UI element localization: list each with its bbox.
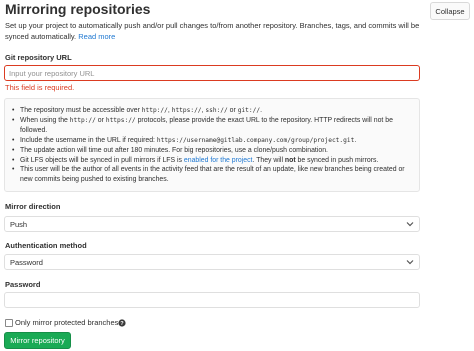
collapse-button[interactable]: Collapse <box>430 2 470 20</box>
question-circle-icon[interactable]: ? <box>118 319 126 327</box>
git-url-input[interactable]: Input your repository URL <box>4 65 420 81</box>
git-url-label: Git repository URL <box>5 53 72 62</box>
lfs-settings-link[interactable]: enabled for the project <box>184 157 253 164</box>
auth-method-select[interactable]: Password <box>4 254 420 270</box>
git-url-error: This field is required. <box>5 83 75 92</box>
info-code: https:// <box>105 116 136 124</box>
info-item: When using the http:// or https:// proto… <box>11 116 413 136</box>
info-code: http:// <box>69 116 96 124</box>
info-item: The repository must be accessible over h… <box>11 106 413 116</box>
auth-method-value: Password <box>10 257 43 267</box>
info-item: Include the username in the URL if requi… <box>11 136 413 146</box>
info-code: https://username@gitlab.company.com/grou… <box>156 136 355 144</box>
description-text: Set up your project to automatically pus… <box>5 21 420 41</box>
chevron-down-icon <box>406 222 414 227</box>
info-item: This user will be the author of all even… <box>11 165 413 185</box>
page-title: Mirroring repositories <box>5 1 151 17</box>
info-emphasis: not <box>284 156 296 164</box>
chevron-down-icon <box>406 260 414 265</box>
info-text: or <box>227 107 238 114</box>
info-text: Include the username in the URL if requi… <box>20 136 157 144</box>
info-text: When using the <box>20 116 70 124</box>
mirror-repository-button[interactable]: Mirror repository <box>4 332 71 349</box>
mirror-direction-value: Push <box>10 219 28 229</box>
svg-text:?: ? <box>120 321 124 327</box>
protected-branches-label[interactable]: Only mirror protected branches <box>15 318 118 327</box>
mirror-direction-label: Mirror direction <box>5 202 61 211</box>
mirror-direction-select[interactable]: Push <box>4 216 420 232</box>
read-more-link[interactable]: Read more <box>78 32 115 41</box>
info-text: . <box>354 136 357 144</box>
info-code: http:// <box>141 107 168 114</box>
info-text: . <box>260 107 262 114</box>
info-text: The update action will time out after 18… <box>20 146 328 154</box>
info-item: The update action will time out after 18… <box>11 146 413 156</box>
info-item: Git LFS objects will be synced in pull m… <box>11 156 413 166</box>
info-code: https:// <box>171 107 202 114</box>
password-label: Password <box>5 280 41 289</box>
protected-branches-checkbox[interactable] <box>5 319 13 327</box>
password-input[interactable] <box>4 292 420 308</box>
auth-method-label: Authentication method <box>5 241 87 250</box>
info-text: Git LFS objects will be synced in pull m… <box>20 156 184 164</box>
info-text: The repository must be accessible over <box>20 107 142 114</box>
info-box: The repository must be accessible over h… <box>4 98 420 192</box>
info-text: . They will <box>252 156 285 164</box>
info-text: be synced in push mirrors. <box>295 156 379 164</box>
info-text: or <box>95 116 106 124</box>
info-code: ssh:// <box>205 107 228 114</box>
info-code: git:// <box>237 107 261 114</box>
info-text: This user will be the author of all even… <box>20 166 405 184</box>
section-description: Set up your project to automatically pus… <box>5 20 425 42</box>
info-list: The repository must be accessible over h… <box>11 106 413 185</box>
